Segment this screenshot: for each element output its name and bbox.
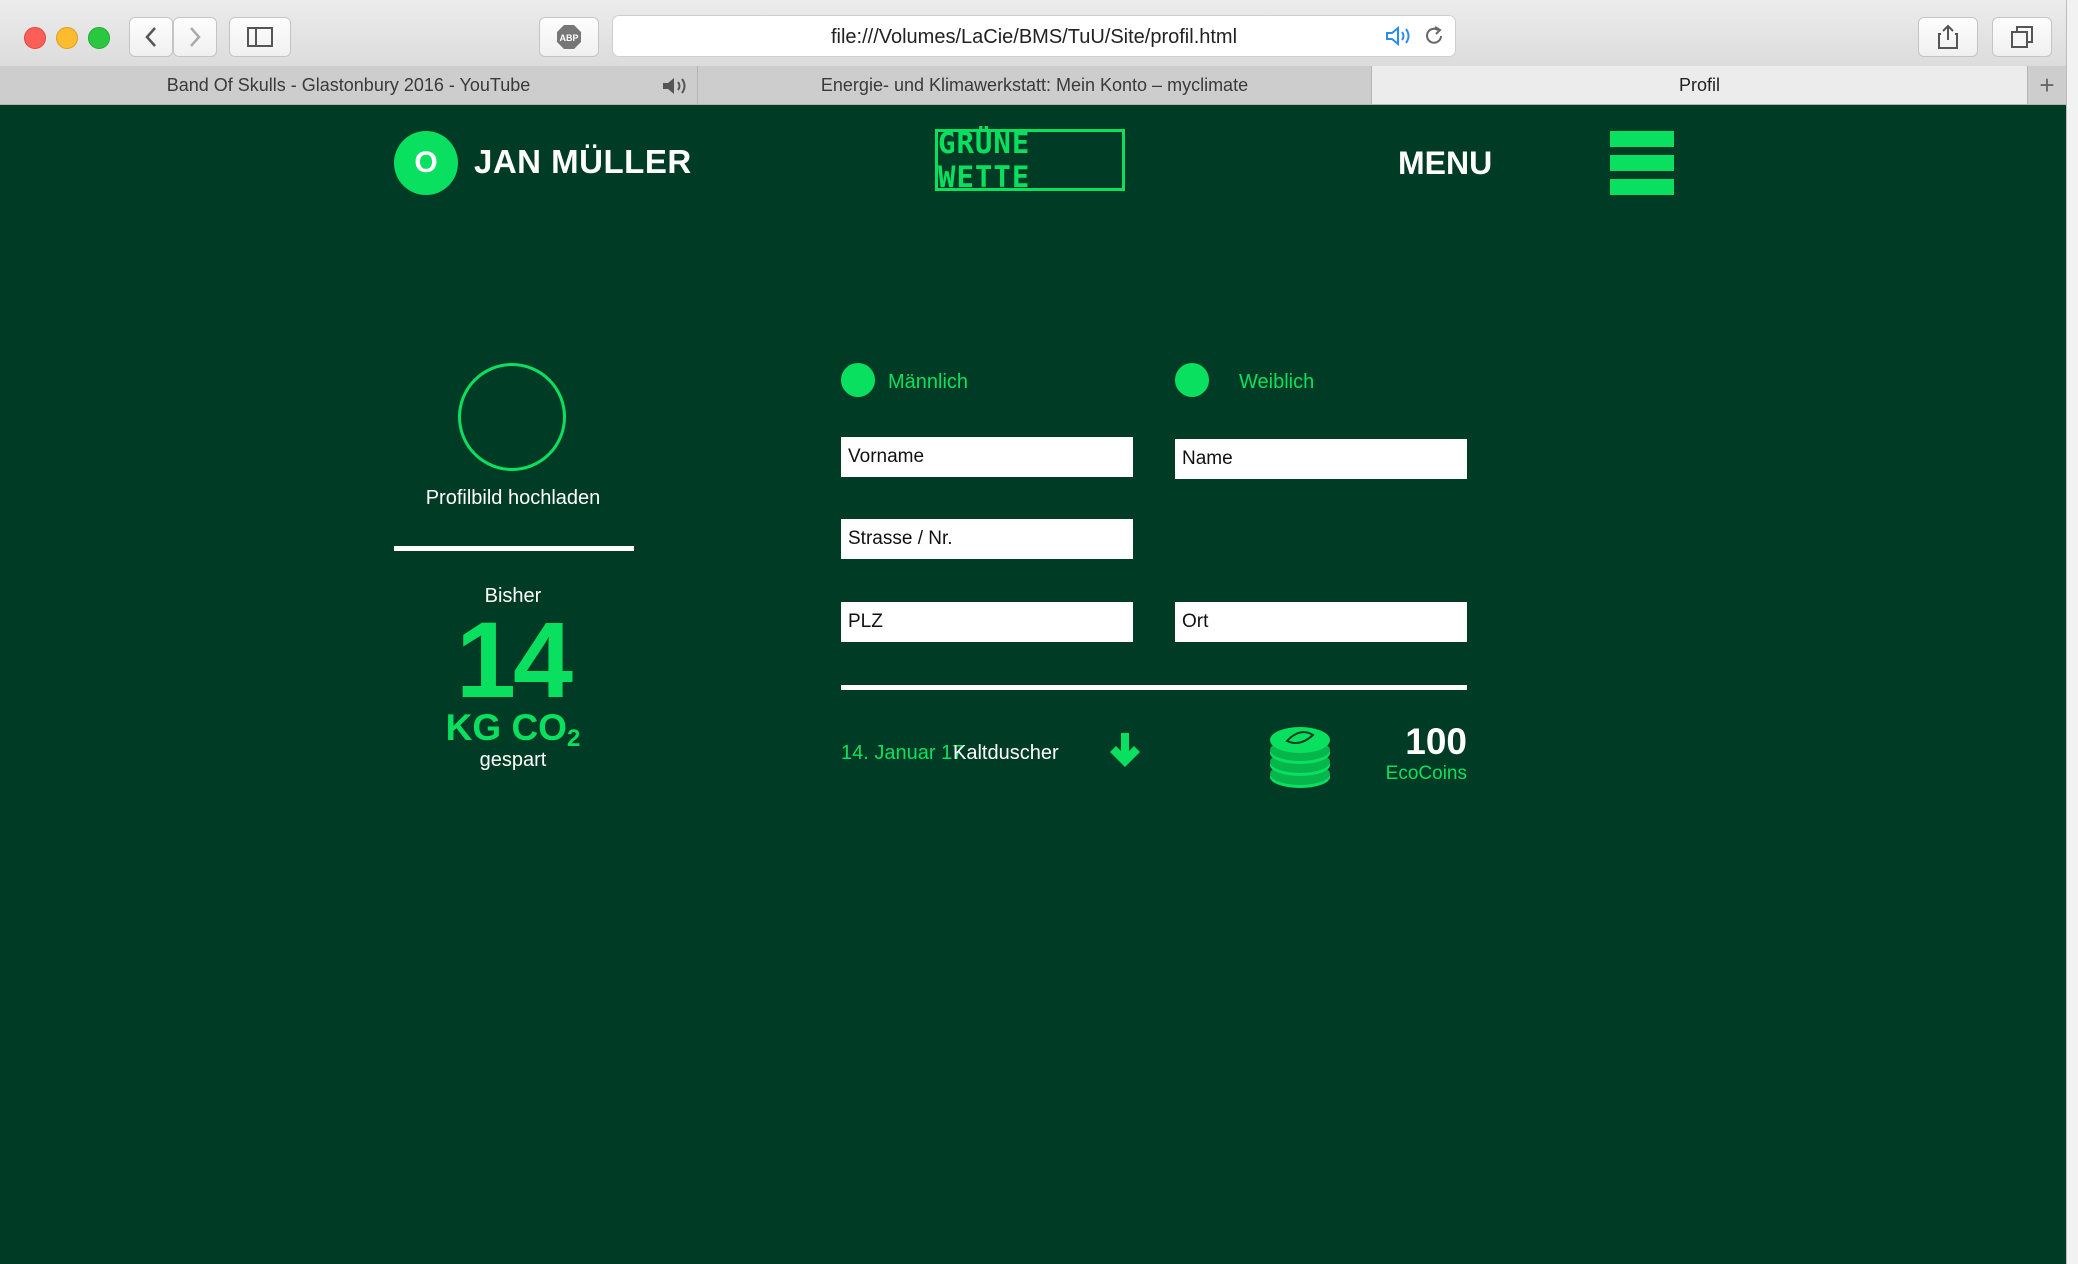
share-icon <box>1938 24 1958 49</box>
last-name-input[interactable] <box>1175 439 1467 479</box>
upload-label[interactable]: Profilbild hochladen <box>400 487 626 510</box>
browser-toolbar: ABP file:///Volumes/LaCie/BMS/TuU/Site/p… <box>0 0 2066 67</box>
share-button[interactable] <box>1918 17 1978 57</box>
menu-label[interactable]: MENU <box>1398 145 1492 182</box>
tab-label: Band Of Skulls - Glastonbury 2016 - YouT… <box>166 74 531 95</box>
tabs-overview-icon <box>2011 26 2033 48</box>
gespart-label: gespart <box>479 749 547 771</box>
tab-profil[interactable]: Profil <box>1372 66 2028 104</box>
street-input[interactable] <box>841 519 1133 559</box>
address-bar[interactable]: file:///Volumes/LaCie/BMS/TuU/Site/profi… <box>612 15 1456 57</box>
tab-audio-icon[interactable] <box>661 76 689 96</box>
close-window-button[interactable] <box>24 27 46 49</box>
chevron-left-icon <box>145 27 156 47</box>
tabs-overview-button[interactable] <box>1992 17 2052 57</box>
gender-female-radio[interactable] <box>1175 363 1209 397</box>
zip-input[interactable] <box>841 602 1133 642</box>
divider <box>394 546 634 551</box>
co2-unit: KG CO2 <box>400 707 626 753</box>
logo-text: GRÜNE WETTE <box>938 126 1031 194</box>
back-button[interactable] <box>129 17 173 57</box>
activity-name: Kaltduscher <box>953 742 1059 764</box>
gender-male-label[interactable]: Männlich <box>888 371 968 394</box>
ecocoins-count: 100 <box>1405 721 1467 762</box>
city-input[interactable] <box>1175 602 1467 642</box>
gender-female-label[interactable]: Weiblich <box>1239 371 1314 394</box>
user-avatar[interactable]: O <box>394 131 458 195</box>
chevron-right-icon <box>190 27 201 47</box>
hamburger-menu-icon[interactable] <box>1610 131 1674 195</box>
sidebar-icon <box>247 27 273 47</box>
sidebar-toggle-button[interactable] <box>229 17 291 57</box>
url-text[interactable]: file:///Volumes/LaCie/BMS/TuU/Site/profi… <box>613 26 1455 49</box>
audio-playing-icon[interactable] <box>1385 25 1413 47</box>
tab-label: Energie- und Klimawerkstatt: Mein Konto … <box>820 74 1249 95</box>
unit-main: KG CO <box>445 707 567 748</box>
new-tab-button[interactable]: + <box>2027 66 2066 104</box>
user-initial: O <box>414 146 438 179</box>
tab-myclimate[interactable]: Energie- und Klimawerkstatt: Mein Konto … <box>698 66 1372 104</box>
profile-picture-upload[interactable] <box>458 363 566 471</box>
co2-saved-value: 14 <box>455 599 573 720</box>
browser-window: ABP file:///Volumes/LaCie/BMS/TuU/Site/p… <box>0 0 2067 1264</box>
form-divider <box>841 685 1467 690</box>
adblock-button[interactable]: ABP <box>539 17 599 57</box>
svg-text:ABP: ABP <box>559 33 578 43</box>
tab-label: Profil <box>1678 74 1720 95</box>
activity-date: 14. Januar 17 <box>841 742 964 764</box>
zoom-window-button[interactable] <box>88 27 110 49</box>
ecocoins-icon <box>1270 727 1330 788</box>
user-name[interactable]: JAN MÜLLER <box>474 143 692 181</box>
tab-youtube[interactable]: Band Of Skulls - Glastonbury 2016 - YouT… <box>0 66 698 104</box>
unit-sub: 2 <box>566 725 581 752</box>
profile-page: O JAN MÜLLER GRÜNE WETTE MENU Profilbild… <box>0 105 2066 1264</box>
tab-bar: Band Of Skulls - Glastonbury 2016 - YouT… <box>0 66 2066 105</box>
adblock-icon: ABP <box>557 25 581 49</box>
gender-male-radio[interactable] <box>841 363 875 397</box>
arrow-down-icon[interactable] <box>1107 731 1143 771</box>
reload-icon[interactable] <box>1423 25 1445 47</box>
ecocoins-label: EcoCoins <box>1385 763 1467 784</box>
site-logo[interactable]: GRÜNE WETTE <box>935 126 1125 194</box>
minimize-window-button[interactable] <box>56 27 78 49</box>
forward-button[interactable] <box>173 17 217 57</box>
first-name-input[interactable] <box>841 437 1133 477</box>
